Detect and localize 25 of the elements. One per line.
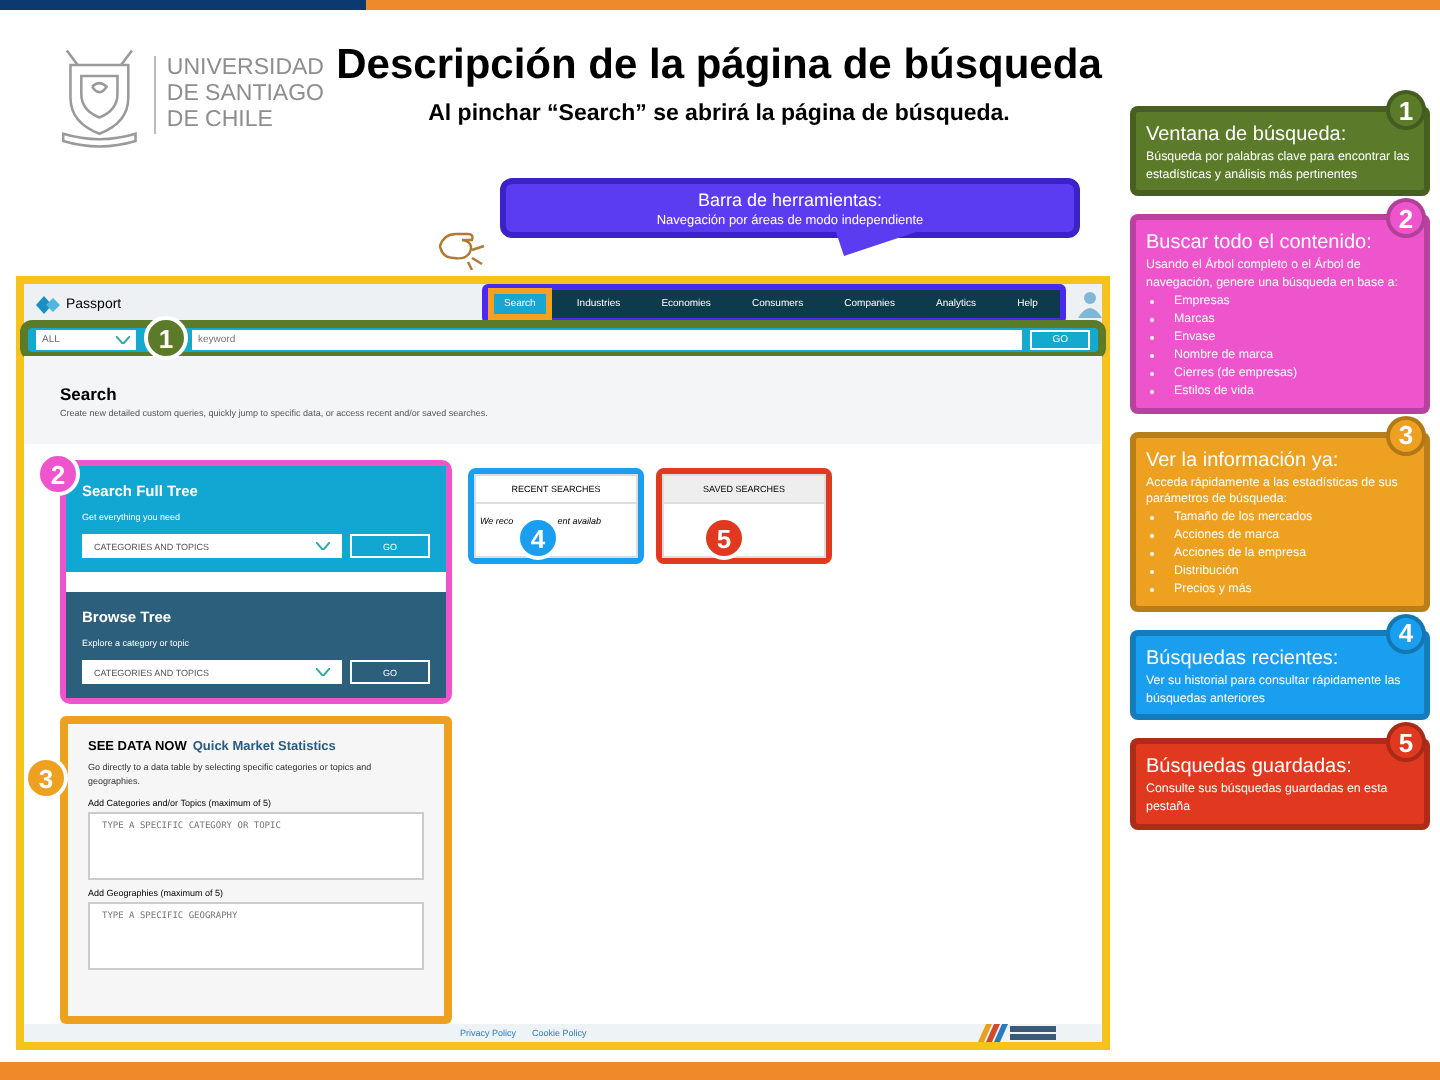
number-badge: 2 (1386, 198, 1426, 239)
callout-title: Barra de herramientas: (697, 189, 883, 209)
user-icon[interactable] (1078, 290, 1102, 318)
note-title: Buscar todo el contenido: (1146, 232, 1374, 255)
page-heading: Search (60, 384, 119, 404)
chevron-icon (316, 542, 330, 550)
note-title: Búsquedas recientes: (1146, 647, 1341, 670)
university-name: UNIVERSIDAD (166, 55, 324, 81)
slide-subtitle: Al pinchar “Search” se abrirá la página de búsqueda. (426, 102, 1012, 126)
chevron-icon (316, 668, 330, 676)
number-badge: 4 (1386, 613, 1426, 654)
university-name: DE SANTIAGO (166, 81, 324, 107)
number-badge: 2 (36, 452, 80, 496)
chevron-icon (116, 336, 130, 344)
note-title: Ventana de búsqueda: (1146, 124, 1349, 146)
number-badge: 3 (24, 756, 68, 800)
company-logo-icon (978, 1024, 1058, 1042)
number-badge: 3 (1386, 415, 1426, 456)
note-title: Búsquedas guardadas: (1146, 756, 1354, 779)
number-badge: 5 (1386, 722, 1426, 763)
passport-logo-icon (36, 295, 60, 313)
number-badge: 1 (1386, 90, 1426, 130)
slide-title: Descripción de la página de búsqueda (334, 42, 1104, 90)
note-title: Ver la información ya: (1146, 449, 1341, 472)
university-name: DE CHILE (166, 107, 275, 133)
